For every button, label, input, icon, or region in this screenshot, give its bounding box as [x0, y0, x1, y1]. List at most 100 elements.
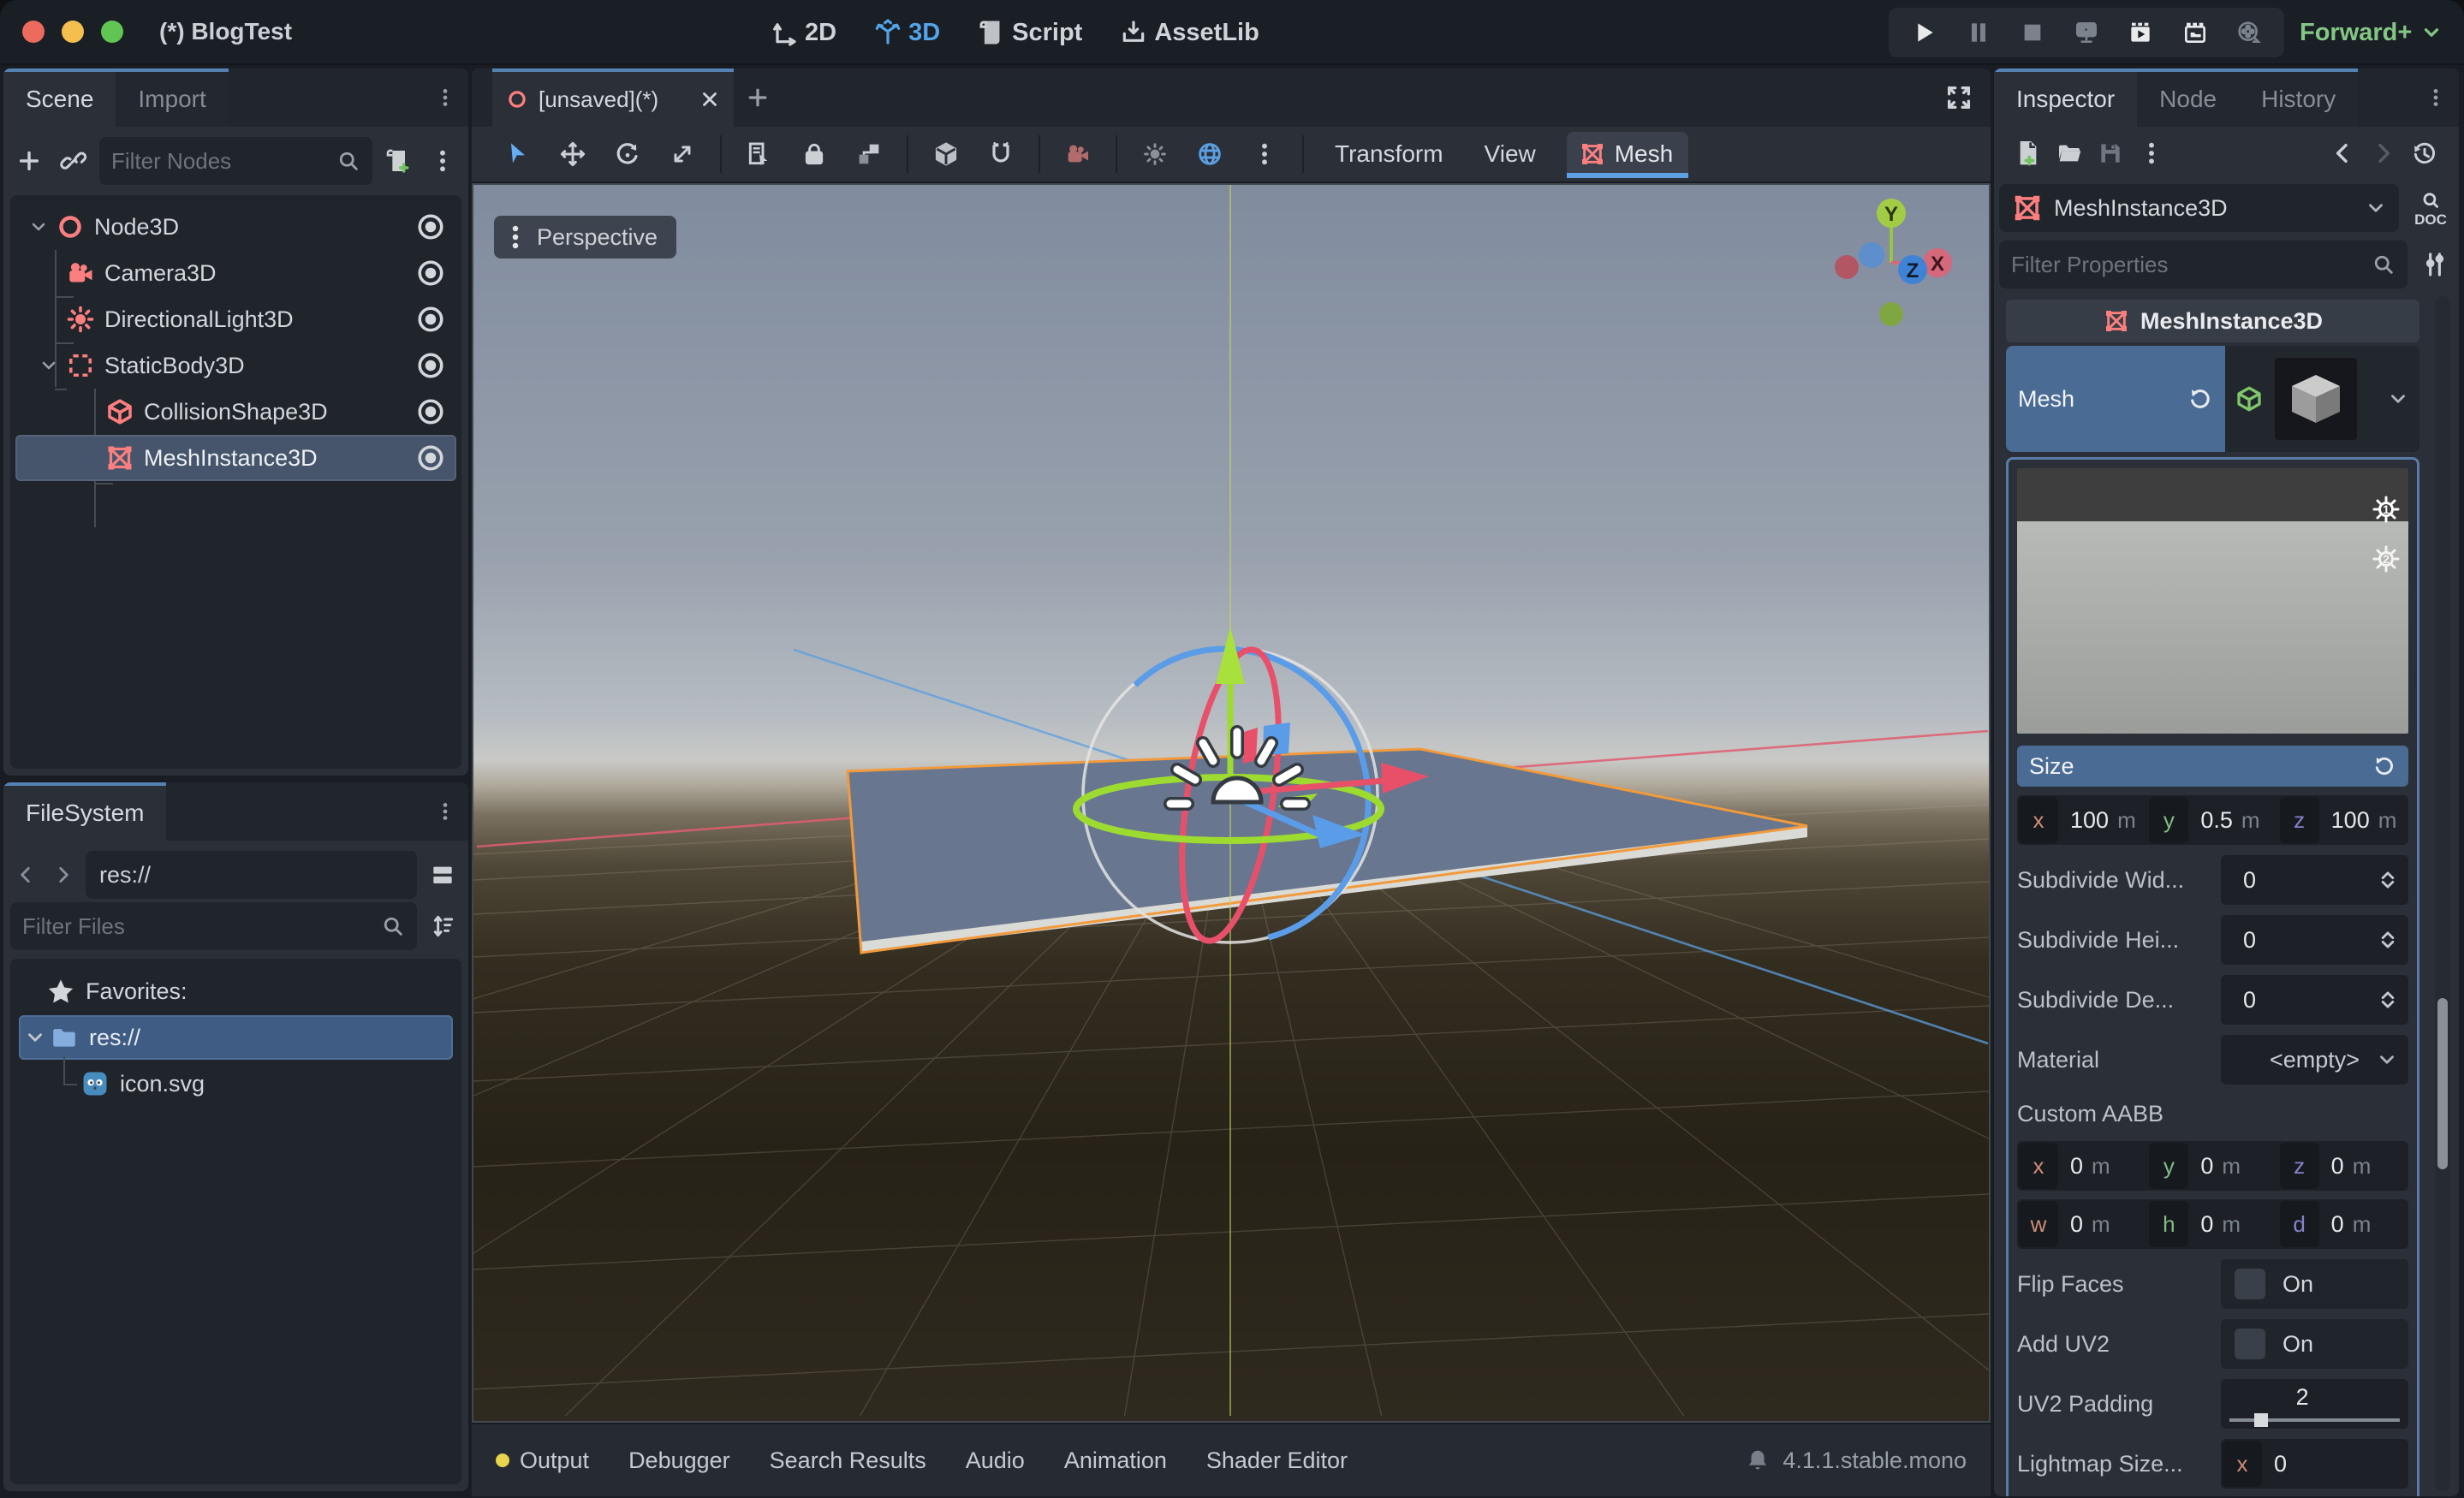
- size-property-header[interactable]: Size: [2017, 746, 2408, 787]
- filter-properties-search[interactable]: [1999, 241, 2407, 288]
- flip-faces-checkbox[interactable]: [2235, 1269, 2265, 1299]
- size-z-field[interactable]: z100m: [2278, 797, 2408, 843]
- play-remote-button[interactable]: [2068, 14, 2105, 51]
- group-icon[interactable]: [852, 135, 886, 173]
- aabb-y-field[interactable]: y0m: [2147, 1143, 2277, 1189]
- inspected-node-selector[interactable]: MeshInstance3D: [1999, 184, 2399, 232]
- save-icon[interactable]: [2092, 134, 2129, 172]
- size-x-field[interactable]: x100m: [2017, 797, 2147, 843]
- spinner-icon[interactable]: [2376, 988, 2400, 1012]
- spinner-icon[interactable]: [2376, 868, 2400, 892]
- eye-icon[interactable]: [415, 396, 446, 427]
- snap-icon[interactable]: [984, 135, 1018, 173]
- viewport-menu-icon[interactable]: [1247, 135, 1282, 173]
- file-row-icon-svg[interactable]: icon.svg: [15, 1061, 456, 1106]
- filter-files-input[interactable]: [22, 913, 381, 940]
- lock-icon[interactable]: [797, 135, 831, 173]
- close-icon[interactable]: [699, 89, 720, 110]
- eye-icon[interactable]: [415, 211, 446, 242]
- tree-row-collisionshape3d[interactable]: CollisionShape3D: [15, 389, 456, 435]
- filter-files-search[interactable]: [10, 902, 417, 950]
- preview-environment-icon[interactable]: [1193, 135, 1227, 173]
- dock-menu-icon[interactable]: [434, 782, 468, 841]
- tab-filesystem[interactable]: FileSystem: [3, 786, 166, 841]
- tab-assetlib[interactable]: AssetLib: [1120, 19, 1259, 47]
- back-icon[interactable]: [10, 856, 41, 894]
- tab-node[interactable]: Node: [2137, 72, 2239, 127]
- resource-menu-icon[interactable]: [2133, 134, 2170, 172]
- tree-row-directionallight3d[interactable]: DirectionalLight3D: [15, 296, 456, 342]
- spinner-icon[interactable]: [2376, 928, 2400, 952]
- viewport-3d[interactable]: Y X Z Perspective: [472, 183, 1991, 1423]
- tab-scene[interactable]: Scene: [3, 72, 116, 127]
- chevron-down-icon[interactable]: [34, 355, 63, 376]
- new-scene-tab-button[interactable]: [734, 68, 782, 127]
- camera-preview-icon[interactable]: [1061, 135, 1095, 173]
- sort-icon[interactable]: [424, 907, 461, 945]
- filter-properties-input[interactable]: [2011, 252, 2372, 278]
- dock-menu-icon[interactable]: [434, 68, 468, 127]
- tab-2d[interactable]: 2D: [771, 19, 836, 47]
- play-button[interactable]: [1905, 14, 1943, 51]
- tree-row-node3d[interactable]: Node3D: [15, 204, 456, 250]
- add-uv2-checkbox[interactable]: [2235, 1329, 2265, 1359]
- history-back-icon[interactable]: [2324, 134, 2361, 172]
- aabb-w-field[interactable]: w0m: [2017, 1201, 2147, 1247]
- split-view-icon[interactable]: [424, 856, 461, 894]
- rotate-icon[interactable]: [610, 135, 645, 173]
- eye-icon[interactable]: [415, 258, 446, 288]
- mesh-property-label-cell[interactable]: Mesh: [2006, 346, 2225, 452]
- lightmap-size-x-field[interactable]: x 0: [2221, 1439, 2408, 1489]
- res-root-row[interactable]: res://: [19, 1015, 453, 1060]
- material-dropdown[interactable]: <empty>: [2221, 1035, 2408, 1085]
- tree-row-meshinstance3d[interactable]: MeshInstance3D: [15, 435, 456, 481]
- bottom-tab-animation[interactable]: Animation: [1064, 1447, 1167, 1474]
- chevron-down-icon[interactable]: [24, 217, 53, 237]
- transform-menu[interactable]: Transform: [1324, 140, 1454, 168]
- tab-inspector[interactable]: Inspector: [1994, 72, 2137, 127]
- scale-icon[interactable]: [665, 135, 699, 173]
- select-arrow-icon[interactable]: [501, 135, 535, 173]
- eye-icon[interactable]: [415, 443, 446, 473]
- chevron-down-icon[interactable]: [22, 1026, 48, 1049]
- attach-script-icon[interactable]: [379, 142, 417, 180]
- bottom-tab-shader-editor[interactable]: Shader Editor: [1206, 1447, 1348, 1474]
- bottom-tab-debugger[interactable]: Debugger: [628, 1447, 730, 1474]
- inspector-scrollbar[interactable]: [2435, 296, 2450, 1491]
- tab-3d[interactable]: 3D: [874, 19, 940, 47]
- filter-nodes-input[interactable]: [111, 148, 336, 175]
- play-scene-button[interactable]: [2122, 14, 2159, 51]
- tree-row-staticbody3d[interactable]: StaticBody3D: [15, 342, 456, 389]
- aabb-z-field[interactable]: z0m: [2278, 1143, 2408, 1189]
- expand-icon[interactable]: [1944, 68, 1973, 127]
- revert-icon[interactable]: [2187, 386, 2213, 412]
- aabb-x-field[interactable]: x0m: [2017, 1143, 2147, 1189]
- tools-icon[interactable]: [2416, 246, 2454, 283]
- add-node-button[interactable]: [10, 142, 48, 180]
- tab-history[interactable]: History: [2239, 72, 2358, 127]
- size-y-field[interactable]: y0.5m: [2147, 797, 2277, 843]
- mesh-resource-cell[interactable]: [2225, 346, 2419, 452]
- preview-sun-icon[interactable]: [1138, 135, 1172, 173]
- revert-icon[interactable]: [2372, 754, 2396, 778]
- view-menu[interactable]: View: [1474, 140, 1546, 168]
- forward-icon[interactable]: [48, 856, 79, 894]
- preview-light-1-icon[interactable]: 1: [2369, 492, 2403, 526]
- bottom-tab-output[interactable]: Output: [496, 1447, 589, 1474]
- perspective-menu[interactable]: Perspective: [494, 216, 676, 259]
- dock-menu-icon[interactable]: [2425, 68, 2459, 127]
- current-path-field[interactable]: [86, 851, 417, 899]
- scrollbar-thumb[interactable]: [2437, 998, 2448, 1169]
- history-forward-icon[interactable]: [2365, 134, 2402, 172]
- chevron-down-icon[interactable]: [2387, 388, 2409, 410]
- preview-light-2-icon[interactable]: 2: [2369, 542, 2403, 576]
- tree-row-camera3d[interactable]: Camera3D: [15, 250, 456, 296]
- scene-tab-unsaved[interactable]: [unsaved](*): [492, 68, 734, 127]
- tab-import[interactable]: Import: [116, 72, 228, 127]
- list-select-icon[interactable]: [742, 135, 777, 173]
- bottom-tab-search-results[interactable]: Search Results: [770, 1447, 926, 1474]
- local-space-icon[interactable]: [929, 135, 963, 173]
- subdivide-height-spinbox[interactable]: 0: [2221, 915, 2408, 965]
- category-header[interactable]: MeshInstance3D: [2006, 300, 2419, 342]
- stop-button[interactable]: [2014, 14, 2051, 51]
